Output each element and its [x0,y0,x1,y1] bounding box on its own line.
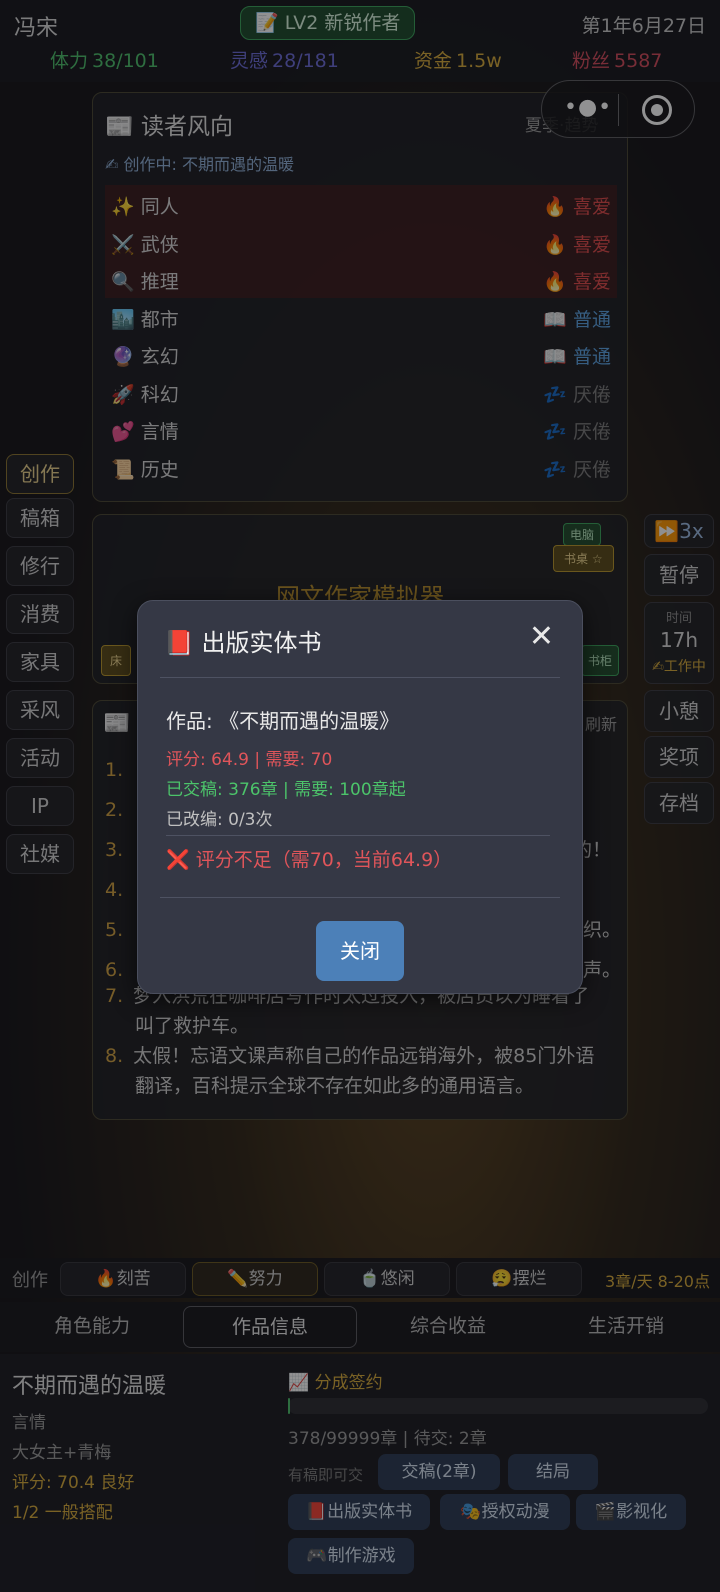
chapters-requirement: 已交稿: 376章 | 需要: 100章起 [166,780,406,800]
divider [160,677,560,678]
score-requirement: 评分: 64.9 | 需要: 70 [166,750,333,770]
divider [160,897,560,898]
close-button[interactable]: 关闭 [316,921,404,981]
divider [166,835,550,836]
adaptation-count: 已改编: 0/3次 [166,810,273,830]
close-icon[interactable]: ✕ [529,619,554,654]
error-message: ❌ 评分不足（需70，当前64.9） [166,849,453,871]
dialog-title: 📕 出版实体书 [164,629,322,657]
publish-book-dialog: 📕 出版实体书 ✕ 作品: 《不期而遇的温暖》 评分: 64.9 | 需要: 7… [137,600,583,994]
dialog-work-name: 作品: 《不期而遇的温暖》 [166,709,400,733]
